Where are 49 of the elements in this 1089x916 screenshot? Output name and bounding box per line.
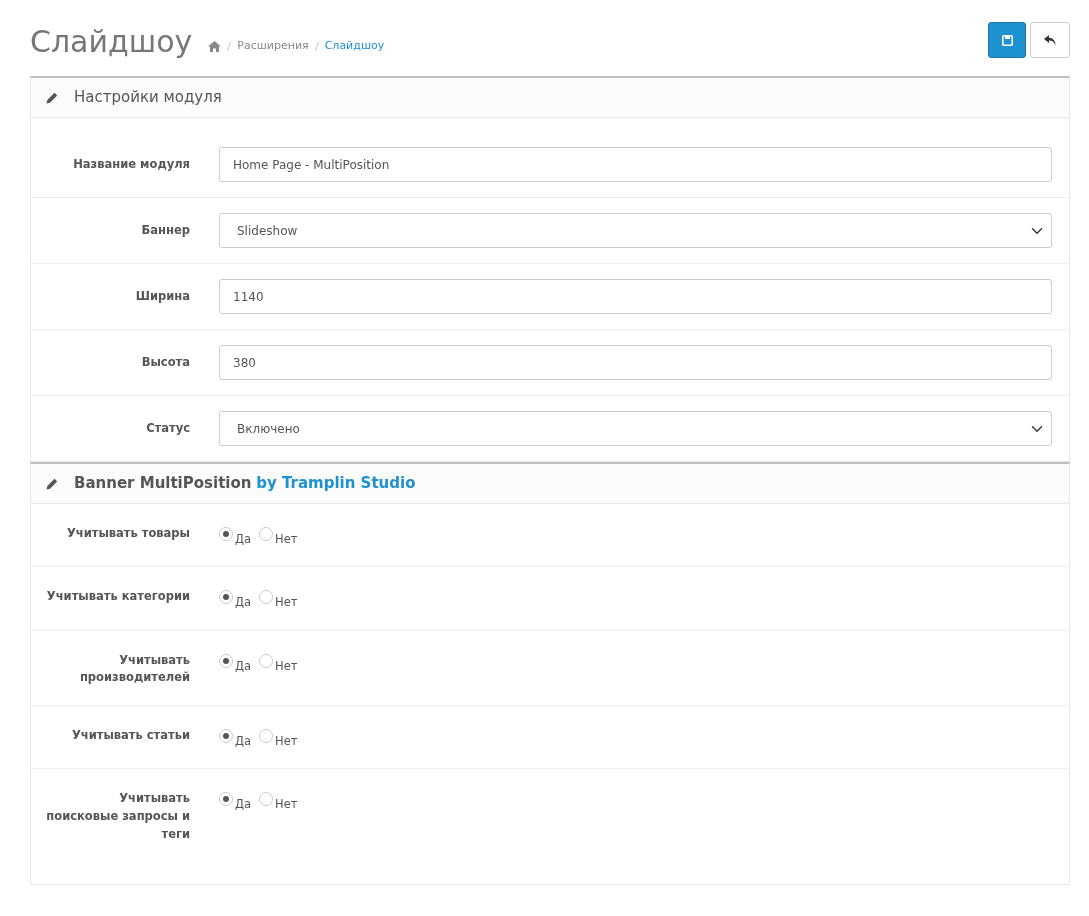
- home-icon[interactable]: [208, 40, 222, 52]
- input-field[interactable]: Home Page - MultiPosition: [219, 147, 1052, 182]
- field-label: Баннер: [140, 221, 190, 239]
- radio-option[interactable]: Нет: [259, 651, 306, 675]
- option-label: Учитывать категории: [46, 588, 190, 606]
- panel-title: Настройки модуля: [74, 87, 222, 109]
- radio-option[interactable]: Да: [219, 525, 260, 549]
- option-label: Учитывать товары: [65, 525, 190, 542]
- breadcrumb-link[interactable]: Слайдшоу: [324, 37, 385, 55]
- field-label: Название модуля: [72, 155, 190, 173]
- radio-button[interactable]: [259, 729, 274, 744]
- radio-option[interactable]: Нет: [259, 727, 306, 751]
- radio-button[interactable]: [219, 527, 233, 541]
- breadcrumb-link[interactable]: Расширения: [237, 37, 309, 55]
- radio-option[interactable]: Нет: [259, 525, 306, 549]
- pencil-icon: [46, 91, 58, 104]
- field-label: Ширина: [134, 287, 190, 305]
- page-title: Слайдшоу: [30, 24, 193, 60]
- input-field[interactable]: 1140: [219, 279, 1052, 314]
- radio-button[interactable]: [219, 729, 233, 744]
- field-label: Высота: [140, 353, 190, 371]
- radio-option[interactable]: Да: [219, 790, 260, 814]
- radio-option[interactable]: Да: [219, 588, 260, 612]
- option-label: Учитывать производителей: [78, 651, 190, 687]
- reply-arrow-icon: [1043, 34, 1057, 46]
- back-button[interactable]: [1030, 22, 1070, 58]
- radio-option[interactable]: Нет: [259, 790, 306, 814]
- radio-option[interactable]: Да: [219, 651, 260, 675]
- pencil-icon: [46, 477, 58, 490]
- radio-button[interactable]: [259, 792, 274, 807]
- dropdown-field[interactable]: Включено: [219, 411, 1052, 446]
- panel-title: Banner MultiPosition by Tramplin Studio: [74, 473, 416, 495]
- radio-button[interactable]: [259, 527, 274, 541]
- breadcrumb-separator: [227, 41, 232, 51]
- save-button[interactable]: [988, 22, 1026, 58]
- option-label: Учитывать статьи: [70, 727, 190, 745]
- radio-button[interactable]: [259, 653, 274, 668]
- radio-button[interactable]: [219, 590, 233, 605]
- radio-button[interactable]: [219, 653, 233, 668]
- radio-button[interactable]: [219, 792, 233, 807]
- radio-button[interactable]: [259, 590, 274, 605]
- radio-option[interactable]: Нет: [259, 588, 306, 612]
- save-icon: [1001, 34, 1013, 46]
- option-label: Учитывать поисковые запросы и теги: [46, 790, 190, 843]
- breadcrumb-separator: [314, 41, 319, 51]
- radio-option[interactable]: Да: [219, 727, 260, 751]
- dropdown-field[interactable]: Slideshow: [219, 213, 1052, 248]
- field-label: Статус: [145, 419, 190, 437]
- input-field[interactable]: 380: [219, 345, 1052, 380]
